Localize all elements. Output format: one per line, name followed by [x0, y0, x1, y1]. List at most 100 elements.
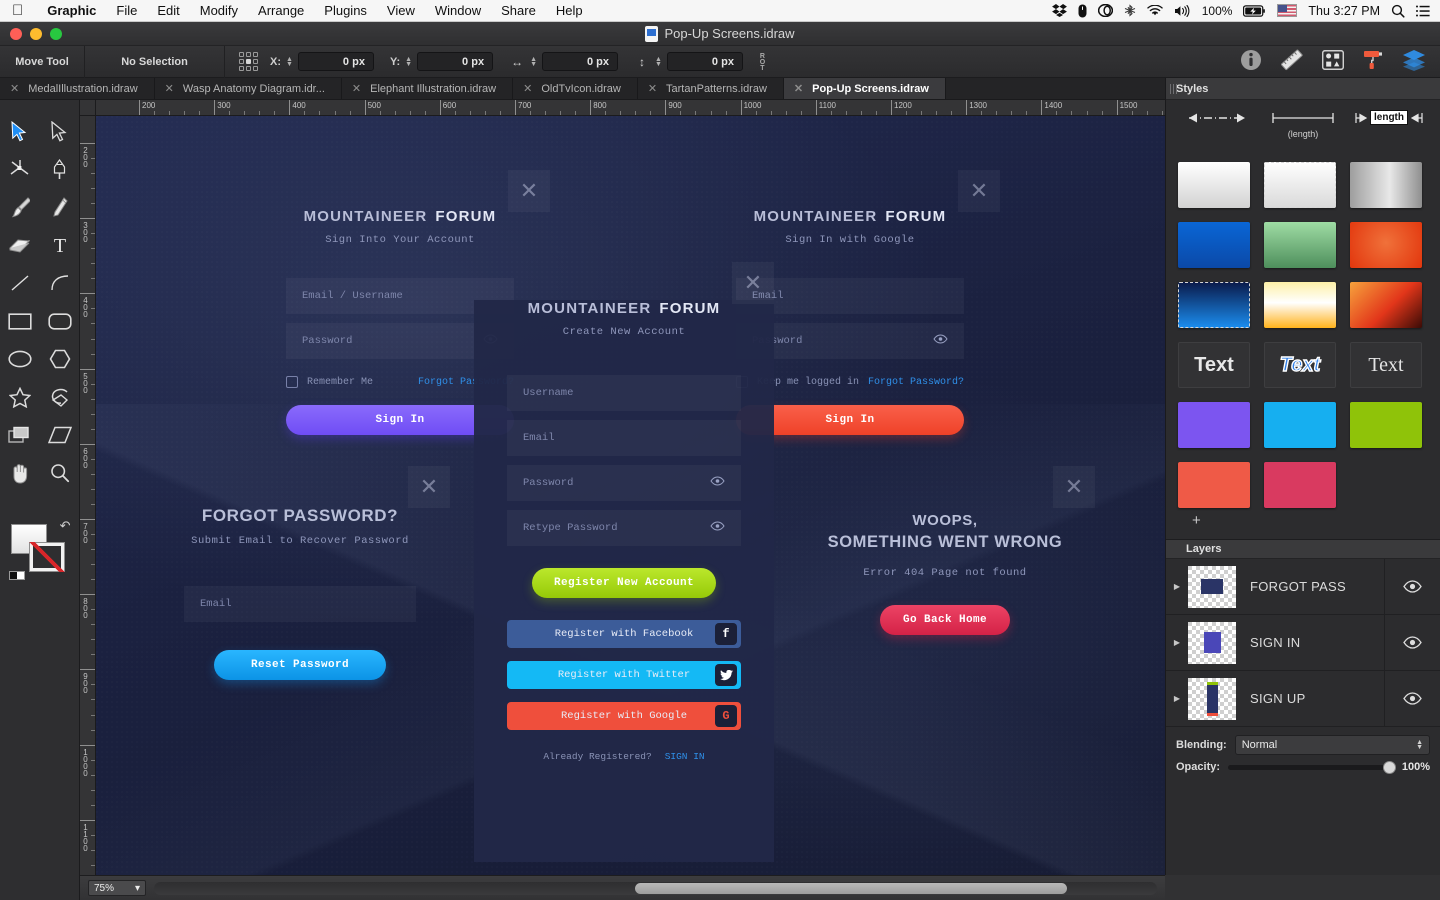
default-colors-icon[interactable] — [8, 571, 25, 580]
orange-radial-gradient-swatch[interactable] — [1350, 222, 1422, 268]
stroke-swatch[interactable] — [28, 542, 65, 572]
forgot-password-link[interactable]: Forgot Password? — [868, 377, 964, 388]
menu-item-share[interactable]: Share — [491, 3, 546, 18]
blue-gradient-swatch[interactable] — [1178, 222, 1250, 268]
register-new-account-button[interactable]: Register New Account — [532, 568, 716, 598]
layer-row-sign-up[interactable]: ▶ SIGN UP — [1166, 671, 1440, 727]
signup-username-input[interactable]: Username — [507, 375, 741, 411]
sign-in-link[interactable]: SIGN IN — [665, 751, 705, 762]
width-stepper[interactable]: ▲ ▼ — [530, 56, 537, 68]
volume-icon[interactable] — [1174, 4, 1191, 17]
white-gradient-dashed-swatch[interactable] — [1264, 162, 1336, 208]
menu-item-graphic[interactable]: Graphic — [37, 3, 106, 18]
battery-charging-icon[interactable] — [1243, 4, 1266, 17]
ellipse-tool[interactable] — [6, 344, 34, 374]
x-stepper[interactable]: ▲ ▼ — [286, 56, 293, 68]
disclosure-triangle-icon[interactable]: ▶ — [1166, 582, 1188, 591]
layer-name[interactable]: SIGN IN — [1250, 635, 1301, 650]
text-style-bold-swatch[interactable]: Text — [1178, 342, 1250, 388]
close-icon[interactable]: ✕ — [10, 82, 19, 95]
error-404-popup-card[interactable]: ✕ WOOPS, SOMETHING WENT WRONG Error 404 … — [795, 466, 1095, 702]
pencil-tool[interactable] — [46, 192, 74, 222]
tab-pop-up-screens[interactable]: ✕ Pop-Up Screens.idraw — [783, 78, 946, 99]
register-with-twitter-button[interactable]: Register with Twitter — [507, 661, 741, 689]
close-window-button[interactable] — [10, 27, 22, 40]
eye-icon[interactable] — [710, 476, 725, 490]
close-icon[interactable]: ✕ — [165, 82, 174, 95]
shear-tool[interactable] — [46, 420, 74, 450]
disclosure-triangle-icon[interactable]: ▶ — [1166, 694, 1188, 703]
minimize-window-button[interactable] — [30, 27, 42, 40]
layer-visibility-toggle[interactable] — [1384, 559, 1440, 614]
maximize-window-button[interactable] — [50, 27, 62, 40]
horizontal-ruler[interactable]: 200 300 400 500 600 700 800 900 1000 1100 1200 1300… — [96, 100, 1165, 116]
rectangle-tool[interactable] — [6, 306, 34, 336]
ruler-corner[interactable] — [80, 100, 96, 116]
close-icon[interactable]: ✕ — [523, 82, 532, 95]
dropbox-icon[interactable] — [1051, 4, 1067, 17]
disclosure-triangle-icon[interactable]: ▶ — [1166, 638, 1188, 647]
direct-selection-tool[interactable] — [46, 116, 74, 146]
arrange-icon[interactable] — [1321, 49, 1345, 73]
close-icon[interactable]: ✕ — [508, 170, 550, 212]
layers-icon[interactable] — [1402, 49, 1426, 74]
signup-retype-password-input[interactable]: Retype Password — [507, 510, 741, 546]
zoom-level-select[interactable]: 75% ▾ — [88, 880, 146, 896]
cyan-swatch[interactable] — [1264, 402, 1336, 448]
eye-icon[interactable] — [710, 521, 725, 535]
horizontal-scrollbar[interactable] — [154, 881, 1157, 895]
close-icon[interactable]: ✕ — [794, 82, 803, 95]
plain-dimension-style[interactable]: (length) — [1264, 110, 1342, 139]
node-tool[interactable] — [6, 154, 34, 184]
close-icon[interactable]: ✕ — [1053, 466, 1095, 508]
info-icon[interactable] — [1240, 49, 1262, 74]
navy-blue-gradient-dashed-swatch[interactable] — [1178, 282, 1250, 328]
white-gradient-swatch[interactable] — [1178, 162, 1250, 208]
blending-mode-select[interactable]: Normal ▲ ▼ — [1234, 735, 1430, 755]
crimson-swatch[interactable] — [1264, 462, 1336, 508]
height-stepper[interactable]: ▲ ▼ — [655, 56, 662, 68]
remember-me-checkbox[interactable] — [286, 376, 298, 388]
pen-tool[interactable] — [46, 154, 74, 184]
layer-row-sign-in[interactable]: ▶ SIGN IN — [1166, 615, 1440, 671]
polygon-tool[interactable] — [46, 344, 74, 374]
brush-tool[interactable] — [6, 192, 34, 222]
gray-linear-gradient-swatch[interactable] — [1350, 162, 1422, 208]
register-with-google-button[interactable]: Register with Google G — [507, 702, 741, 730]
opacity-slider[interactable] — [1228, 760, 1396, 774]
eye-icon[interactable] — [933, 334, 948, 348]
search-icon[interactable] — [1391, 4, 1405, 18]
purple-swatch[interactable] — [1178, 402, 1250, 448]
forgot-password-popup-card[interactable]: ✕ FORGOT PASSWORD? Submit Email to Recov… — [150, 466, 450, 718]
boolean-shape-tool[interactable] — [6, 420, 34, 450]
styles-panel-header[interactable]: Styles — [1166, 78, 1440, 100]
layer-row-forgot-pass[interactable]: ▶ FORGOT PASS — [1166, 559, 1440, 615]
menu-bar-clock[interactable]: Thu 3:27 PM — [1308, 4, 1380, 18]
close-icon[interactable]: ✕ — [958, 170, 1000, 212]
menu-item-plugins[interactable]: Plugins — [314, 3, 377, 18]
reset-password-button[interactable]: Reset Password — [214, 650, 386, 680]
add-style-button[interactable]: + — [1178, 508, 1428, 533]
menu-item-view[interactable]: View — [377, 3, 425, 18]
menu-item-edit[interactable]: Edit — [147, 3, 189, 18]
close-icon[interactable]: ✕ — [648, 82, 657, 95]
line-tool[interactable] — [6, 268, 34, 298]
us-flag-icon[interactable] — [1277, 4, 1298, 17]
height-input[interactable]: 0 px — [666, 52, 743, 71]
signup-popup-card[interactable]: ✕ MOUNTAINEER FORUM Create New Account Us… — [474, 262, 774, 862]
x-input[interactable]: 0 px — [297, 52, 374, 71]
tab-wasp-anatomy-diagram[interactable]: ✕ Wasp Anatomy Diagram.idr... — [155, 78, 342, 99]
yellow-white-gradient-swatch[interactable] — [1264, 282, 1336, 328]
paint-roller-icon[interactable] — [1362, 49, 1384, 74]
star-tool[interactable] — [6, 382, 34, 412]
notification-center-icon[interactable] — [1416, 5, 1430, 17]
hand-tool[interactable] — [6, 458, 34, 488]
coral-swatch[interactable] — [1178, 462, 1250, 508]
menu-item-file[interactable]: File — [106, 3, 147, 18]
green-gradient-swatch[interactable] — [1264, 222, 1336, 268]
forgot-email-input[interactable]: Email — [184, 586, 416, 622]
mouse-icon[interactable] — [1078, 4, 1087, 18]
creative-cloud-icon[interactable] — [1097, 4, 1113, 17]
slider-knob[interactable] — [1382, 760, 1396, 774]
register-with-facebook-button[interactable]: Register with Facebook f — [507, 620, 741, 648]
